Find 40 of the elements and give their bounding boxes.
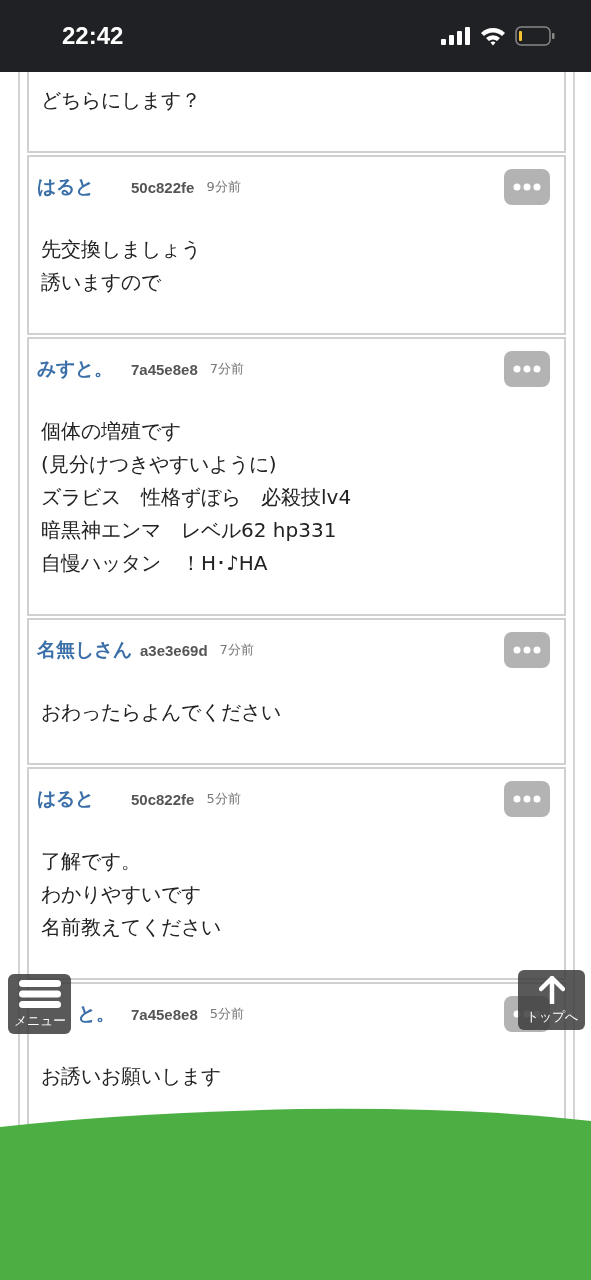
- clock-time: 22:42: [62, 22, 124, 50]
- poster-name[interactable]: 名無しさん: [37, 637, 132, 663]
- more-button[interactable]: [504, 351, 550, 387]
- post-time: 5分前: [209, 1005, 245, 1023]
- post-text: 了解です。: [41, 848, 141, 875]
- poster-id: 50c822fe: [131, 178, 195, 196]
- post-time: 7分前: [219, 641, 254, 659]
- back-to-top-overlay[interactable]: トップへ: [518, 970, 585, 1030]
- poster-id: a3e3e69d: [140, 641, 208, 659]
- more-button[interactable]: [504, 781, 550, 817]
- menu-icon: [18, 980, 61, 1008]
- more-button[interactable]: [504, 632, 550, 668]
- post-text: 暗黒神エンマ レベル62 hp331: [41, 517, 337, 544]
- signal-icon: [441, 27, 471, 45]
- poster-id: 50c822fe: [131, 790, 195, 808]
- post-text: どちらにします？: [41, 87, 201, 114]
- post-text: 名前教えてください: [41, 914, 221, 941]
- poster-name[interactable]: はると: [37, 786, 123, 812]
- poster-id: 7a45e8e8: [131, 1005, 198, 1023]
- post-text: 誘いますので: [41, 269, 161, 296]
- poster-name[interactable]: と。: [77, 1001, 123, 1027]
- menu-overlay[interactable]: メニュー: [8, 974, 71, 1034]
- post-text: ズラビス 性格ずぼら 必殺技lv4: [41, 484, 352, 511]
- poster-name[interactable]: はると: [37, 174, 123, 200]
- post-time: 9分前: [206, 178, 241, 196]
- post-text: 自慢ハッタン ！H･♪HA: [41, 550, 268, 577]
- poster-name[interactable]: みすと。: [37, 356, 123, 382]
- post-text: 個体の増殖です: [41, 418, 181, 445]
- post-text: お誘いお願いします: [41, 1063, 221, 1090]
- post-text: (見分けつきやすいように): [41, 451, 277, 478]
- up-arrow-icon: [538, 976, 565, 1004]
- battery-icon: [515, 26, 555, 46]
- wifi-icon: [480, 26, 506, 46]
- poster-id: 7a45e8e8: [131, 360, 198, 378]
- post-time: 7分前: [209, 360, 245, 378]
- post-time: 5分前: [206, 790, 241, 808]
- post-text: 先交換しましょう: [41, 236, 201, 263]
- more-button[interactable]: [504, 169, 550, 205]
- post-text: おわったらよんでください: [41, 699, 281, 726]
- post-text: わかりやすいです: [41, 881, 201, 908]
